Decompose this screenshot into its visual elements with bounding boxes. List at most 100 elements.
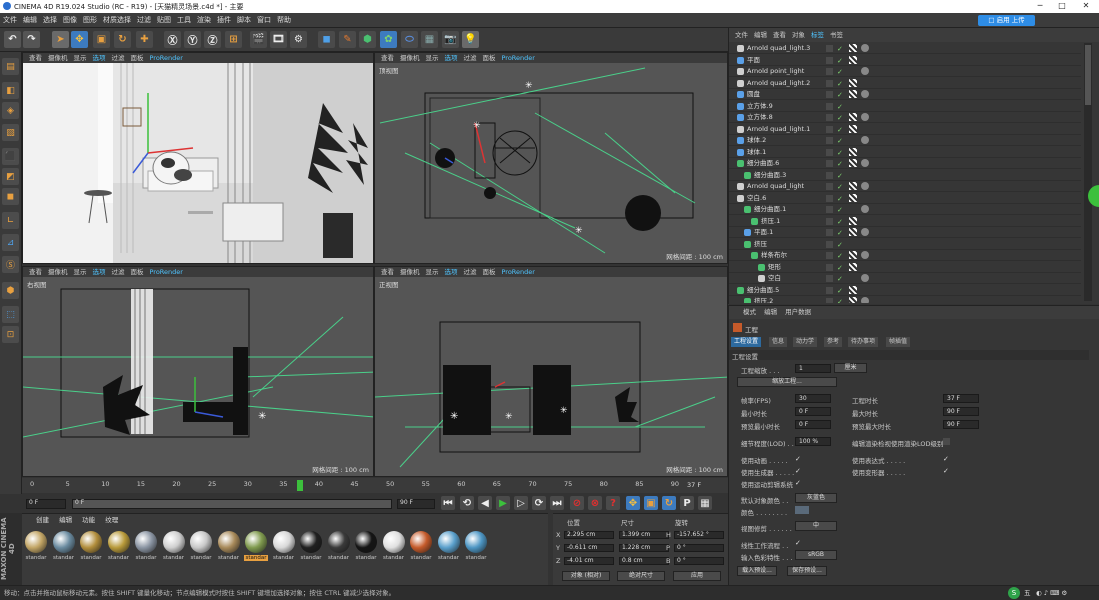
layer-checkbox[interactable] xyxy=(826,125,833,133)
object-row[interactable]: 挤压.1 ✓ xyxy=(729,216,1081,227)
material-tag-icon[interactable] xyxy=(849,124,857,133)
object-name[interactable]: Arnold quad_light.2 xyxy=(747,78,810,89)
object-name[interactable]: 细分曲面.5 xyxy=(747,285,779,296)
mat-menu-function[interactable]: 功能 xyxy=(82,516,95,524)
menu-tools[interactable]: 工具 xyxy=(174,13,194,27)
lod-render-checkbox[interactable] xyxy=(943,438,950,445)
menu-help[interactable]: 帮助 xyxy=(274,13,294,27)
coord-position-field[interactable]: -0.611 cm xyxy=(564,544,614,552)
enabled-check-icon[interactable]: ✓ xyxy=(837,263,843,274)
vp-menu-options[interactable]: 选项 xyxy=(93,268,106,276)
vp-menu-view[interactable]: 查看 xyxy=(381,54,394,62)
redo-icon[interactable]: ↷ xyxy=(23,31,40,48)
use-expressions-checkbox[interactable]: ✓ xyxy=(943,455,949,463)
viewport-top[interactable]: 查看 摄像机 显示 选项 过滤 面板 ProRender ✳ ✳ ✳ 顶视图 网格间距 : … xyxy=(374,52,728,264)
layer-checkbox[interactable] xyxy=(826,275,833,282)
prev-frame-icon[interactable]: ◀ xyxy=(478,496,492,510)
object-row[interactable]: Arnold quad_light.2 ✓ xyxy=(729,78,1081,89)
default-color-dropdown[interactable]: 灰蓝色 xyxy=(795,493,837,503)
snap-icon[interactable]: Ⓢ xyxy=(2,256,19,273)
key-position-icon[interactable]: ✥ xyxy=(626,496,640,510)
viewport-front[interactable]: 查看 摄像机 显示 选项 过滤 面板 ProRender ✳ ✳ ✳ 正视图 网格间距 : … xyxy=(374,266,728,477)
vp-menu-panel[interactable]: 面板 xyxy=(131,268,144,276)
x-axis-icon[interactable]: Ⓧ xyxy=(164,31,181,48)
vp-menu-filter[interactable]: 过滤 xyxy=(112,268,125,276)
enabled-check-icon[interactable]: ✓ xyxy=(837,171,843,182)
prev-key-icon[interactable]: ⟲ xyxy=(460,496,474,510)
menu-render[interactable]: 渲染 xyxy=(194,13,214,27)
coord-position-field[interactable]: -4.01 cm xyxy=(564,557,614,565)
record-icon[interactable]: ⊘ xyxy=(570,496,584,510)
enabled-check-icon[interactable]: ✓ xyxy=(837,56,843,67)
use-deformers-checkbox[interactable]: ✓ xyxy=(943,467,949,475)
mat-menu-edit[interactable]: 编辑 xyxy=(59,516,72,524)
om-menu-file[interactable]: 文件 xyxy=(735,31,748,39)
material-tag-icon[interactable] xyxy=(849,216,857,225)
key-scale-icon[interactable]: ▣ xyxy=(644,496,658,510)
material-tag-icon[interactable] xyxy=(849,262,857,271)
vp-menu-panel[interactable]: 面板 xyxy=(483,268,496,276)
object-row[interactable]: 球体.1 ✓ xyxy=(729,147,1081,158)
vp-menu-camera[interactable]: 摄像机 xyxy=(48,54,68,62)
object-name[interactable]: 平面.1 xyxy=(754,227,773,238)
view-clip-dropdown[interactable]: 中 xyxy=(795,521,837,531)
layer-checkbox[interactable] xyxy=(826,217,833,225)
vp-menu-view[interactable]: 查看 xyxy=(29,268,42,276)
layer-checkbox[interactable] xyxy=(826,171,833,179)
material-swatch[interactable]: standar xyxy=(354,531,378,567)
object-row[interactable]: 矩形 ✓ xyxy=(729,262,1081,273)
menu-edit[interactable]: 编辑 xyxy=(20,13,40,27)
vp-menu-display[interactable]: 显示 xyxy=(74,268,87,276)
material-swatch[interactable]: standar xyxy=(189,531,213,567)
object-name[interactable]: 细分曲面.3 xyxy=(754,170,786,181)
object-name[interactable]: Arnold quad_light.1 xyxy=(747,124,810,135)
vp-menu-prorender[interactable]: ProRender xyxy=(502,268,535,276)
save-preset-button[interactable]: 保存预设... xyxy=(787,566,827,576)
object-name[interactable]: 样条布尔 xyxy=(761,250,787,261)
material-tag-icon[interactable] xyxy=(849,147,857,156)
object-name[interactable]: 立方体.9 xyxy=(747,101,773,112)
layer-checkbox[interactable] xyxy=(826,148,833,156)
coord-size-field[interactable]: 1.399 cm xyxy=(619,531,669,539)
key-pla-icon[interactable]: ▦ xyxy=(698,496,712,510)
am-tab[interactable]: 信息 xyxy=(769,337,788,347)
menu-window[interactable]: 窗口 xyxy=(254,13,274,27)
render-view-icon[interactable]: 🎬 xyxy=(250,31,267,48)
coord-size-mode-dropdown[interactable]: 绝对尺寸 xyxy=(617,571,665,581)
coord-size-field[interactable]: 1.228 cm xyxy=(619,544,669,552)
object-row[interactable]: 细分曲面.3 ✓ xyxy=(729,170,1081,181)
vp-menu-filter[interactable]: 过滤 xyxy=(112,54,125,62)
max-length-field[interactable]: 90 F xyxy=(943,407,979,416)
object-row[interactable]: 立方体.8 ✓ xyxy=(729,112,1081,123)
close-button[interactable]: ✕ xyxy=(1076,1,1096,12)
am-tab[interactable]: 动力学 xyxy=(793,337,818,347)
layer-checkbox[interactable] xyxy=(826,114,833,121)
object-row[interactable]: 球体.2 ✓ xyxy=(729,135,1081,146)
material-swatch[interactable]: standar xyxy=(217,531,241,567)
object-row[interactable]: 样条布尔 ✓ xyxy=(729,250,1081,261)
coord-apply-button[interactable]: 应用 xyxy=(673,571,721,581)
layer-checkbox[interactable] xyxy=(826,45,833,52)
render-picture-viewer-icon[interactable]: 🎞 xyxy=(270,31,287,48)
floor-icon[interactable]: ▦ xyxy=(421,31,438,48)
object-name[interactable]: 挤压.1 xyxy=(761,216,780,227)
object-row[interactable]: 圆盘 ✓ xyxy=(729,89,1081,100)
menu-file[interactable]: 文件 xyxy=(0,13,20,27)
material-swatch[interactable]: standar xyxy=(327,531,351,567)
object-row[interactable]: 立方体.9 ✓ xyxy=(729,101,1081,112)
viewport-perspective[interactable]: 查看 摄像机 显示 选项 过滤 面板 ProRender xyxy=(22,52,374,264)
vp-menu-panel[interactable]: 面板 xyxy=(483,54,496,62)
enabled-check-icon[interactable]: ✓ xyxy=(837,286,843,297)
input-color-dropdown[interactable]: sRGB xyxy=(795,550,837,560)
layer-checkbox[interactable] xyxy=(826,102,833,110)
y-axis-icon[interactable]: Ⓨ xyxy=(184,31,201,48)
next-key-icon[interactable]: ⟳ xyxy=(532,496,546,510)
am-tab[interactable]: 帧插值 xyxy=(886,337,911,347)
object-name[interactable]: 空白 xyxy=(768,273,781,284)
mat-menu-create[interactable]: 创建 xyxy=(36,516,49,524)
material-swatch[interactable]: standar xyxy=(134,531,158,567)
material-swatch[interactable]: standar xyxy=(107,531,131,567)
enabled-check-icon[interactable]: ✓ xyxy=(837,251,843,262)
enabled-check-icon[interactable]: ✓ xyxy=(837,194,843,205)
timeline-ruler[interactable]: 0 5 10 15 20 25 30 35 40 45 50 55 60 65 70 75 80 85 90 37 … xyxy=(22,478,728,493)
